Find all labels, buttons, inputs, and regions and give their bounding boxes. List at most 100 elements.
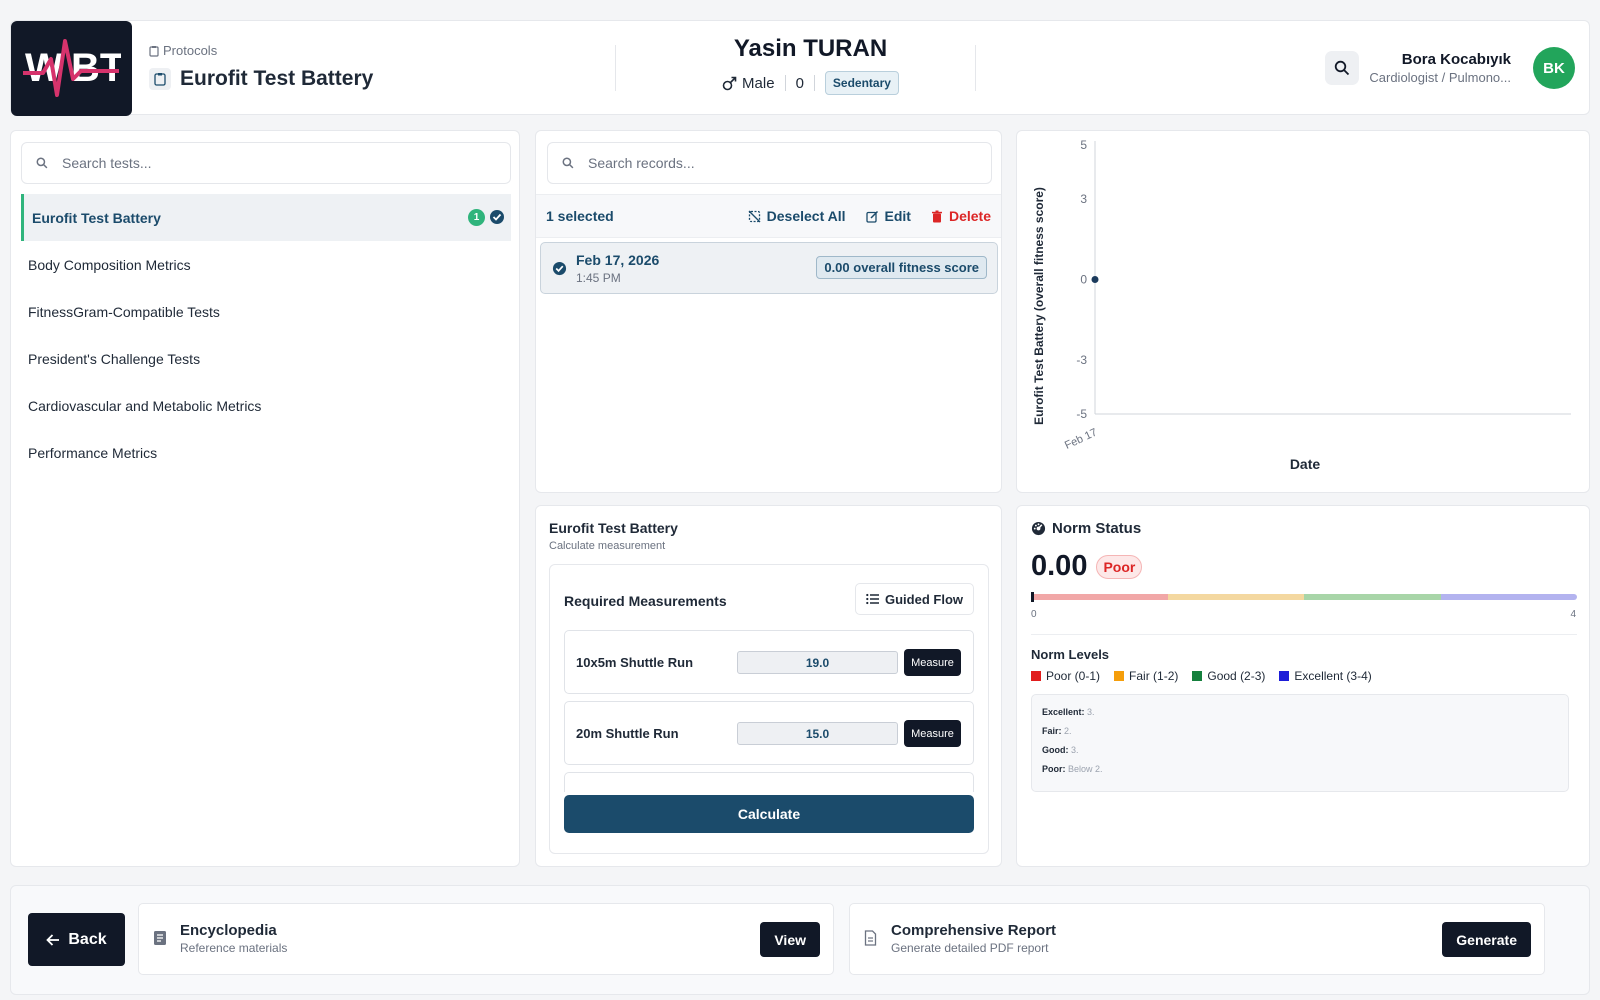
app-logo[interactable]: W BT (11, 21, 132, 116)
records-panel: Search records... 1 selected Deselect Al… (535, 130, 1002, 493)
trash-icon (931, 210, 942, 222)
guided-flow-button[interactable]: Guided Flow (855, 583, 974, 615)
test-item-label: President's Challenge Tests (28, 350, 201, 367)
report-subtitle: Generate detailed PDF report (891, 941, 1049, 955)
search-icon (36, 157, 48, 169)
svg-text:BT: BT (71, 46, 121, 90)
breadcrumb-label: Protocols (163, 43, 218, 58)
test-item-body-composition[interactable]: Body Composition Metrics (21, 241, 511, 288)
logo-mark: W BT (23, 39, 121, 97)
test-item-performance[interactable]: Performance Metrics (21, 429, 511, 476)
clipboard-icon (149, 45, 159, 57)
gauge-icon (1031, 521, 1046, 536)
legend-label: Good (2-3) (1207, 669, 1266, 683)
encyclopedia-title: Encyclopedia (180, 922, 277, 939)
data-point (1091, 276, 1099, 283)
measurement-value-field[interactable]: 15.0 (737, 722, 898, 745)
delete-button[interactable]: Delete (931, 208, 991, 224)
norm-description-value: 3. (1071, 745, 1079, 755)
norm-value-row: 0.00 Poor (1031, 550, 1143, 583)
divider (615, 45, 616, 91)
test-list: Eurofit Test Battery 1 Body Composition … (21, 194, 511, 476)
norm-levels-heading: Norm Levels (1031, 647, 1110, 662)
test-item-cardiovascular[interactable]: Cardiovascular and Metabolic Metrics (21, 382, 511, 429)
report-card: Comprehensive Report Generate detailed P… (849, 903, 1545, 975)
norm-status-heading: Norm Status (1031, 520, 1141, 537)
calculator-title: Eurofit Test Battery (549, 520, 678, 536)
test-item-label: Cardiovascular and Metabolic Metrics (28, 397, 262, 414)
legend-item: Excellent (3-4) (1279, 669, 1372, 683)
page-title: Eurofit Test Battery (149, 67, 373, 91)
record-date: Feb 17, 2026 (576, 252, 660, 268)
patient-details: Male 0 Sedentary (638, 71, 983, 95)
patient-age: 0 (795, 74, 804, 92)
measure-button[interactable]: Measure (904, 720, 961, 747)
norm-bar-segment (1031, 594, 1168, 600)
list-icon (866, 593, 879, 605)
test-item-label: FitnessGram-Compatible Tests (28, 303, 220, 320)
test-item-presidents-challenge[interactable]: President's Challenge Tests (21, 335, 511, 382)
measurement-row: 20m Shuttle Run 15.0 Measure (564, 701, 974, 765)
legend-swatch (1114, 671, 1125, 681)
norm-status-title: Norm Status (1052, 520, 1142, 537)
selection-bar: 1 selected Deselect All Edit Delete (536, 194, 1001, 238)
y-axis-label: Eurofit Test Battery (overall fitness sc… (1032, 187, 1046, 425)
norm-description-key: Good: (1042, 745, 1071, 755)
required-measurements-heading: Required Measurements (564, 593, 727, 609)
app-header: W BT Protocols Eurofit Test Battery Yasi… (10, 20, 1590, 116)
norm-description-key: Fair: (1042, 726, 1065, 736)
calculator-panel: Eurofit Test Battery Calculate measureme… (535, 505, 1002, 867)
norm-description-key: Poor: (1042, 764, 1068, 774)
test-item-eurofit[interactable]: Eurofit Test Battery 1 (21, 194, 511, 241)
edit-label: Edit (884, 208, 911, 224)
y-tick-label: -5 (1076, 407, 1087, 421)
divider (1031, 634, 1577, 635)
back-button[interactable]: Back (28, 913, 125, 966)
deselect-icon (748, 210, 761, 222)
norm-description-key: Excellent: (1042, 707, 1088, 717)
norm-bar-segment (1440, 594, 1577, 600)
test-search-input[interactable]: Search tests... (21, 142, 511, 184)
norm-description-row: Fair: 2. (1042, 722, 1558, 741)
report-title: Comprehensive Report (891, 922, 1057, 939)
x-axis-label: Date (1290, 456, 1321, 472)
measurement-row-partial (564, 772, 974, 792)
divider (784, 75, 786, 91)
selected-count: 1 selected (546, 208, 614, 224)
record-search-input[interactable]: Search records... (547, 142, 992, 184)
norm-description-value: 2. (1064, 726, 1072, 736)
norm-description-value: 3. (1087, 707, 1095, 717)
generate-button[interactable]: Generate (1442, 922, 1531, 957)
edit-icon (865, 210, 878, 223)
measurements-box: Required Measurements Guided Flow 10x5m … (549, 564, 989, 854)
measure-button[interactable]: Measure (904, 649, 961, 676)
encyclopedia-card: Encyclopedia Reference materials View (138, 903, 834, 975)
breadcrumb[interactable]: Protocols (149, 43, 217, 58)
user-info[interactable]: Bora Kocabıyık Cardiologist / Pulmono... (1369, 51, 1511, 85)
deselect-all-button[interactable]: Deselect All (748, 208, 846, 224)
patient-name: Yasin TURAN (733, 35, 888, 62)
norm-bar-segment (1304, 594, 1441, 600)
header-search-button[interactable] (1325, 51, 1359, 85)
measurement-row: 10x5m Shuttle Run 19.0 Measure (564, 630, 974, 694)
view-button[interactable]: View (760, 922, 820, 957)
tests-panel: Search tests... Eurofit Test Battery 1 B… (10, 130, 520, 867)
patient-info: Yasin TURAN Male 0 Sedentary (638, 35, 983, 95)
document-icon (864, 930, 877, 946)
test-search-placeholder: Search tests... (62, 155, 152, 171)
calculate-button[interactable]: Calculate (564, 795, 974, 833)
encyclopedia-subtitle: Reference materials (180, 941, 288, 955)
check-circle-icon (552, 261, 567, 276)
edit-button[interactable]: Edit (865, 208, 911, 224)
avatar[interactable]: BK (1533, 47, 1575, 89)
norm-range-min: 0 (1031, 609, 1037, 620)
legend-swatch (1279, 671, 1290, 681)
measurement-label: 10x5m Shuttle Run (576, 655, 694, 670)
chart-svg: 5 3 0 -3 -5 Feb 17 Date Eurofit Test Battery… (1032, 138, 1571, 472)
x-tick-label: Feb 17 (1063, 427, 1099, 452)
measurement-value-field[interactable]: 19.0 (737, 651, 898, 674)
record-search-placeholder: Search records... (588, 155, 695, 171)
test-item-fitnessgram[interactable]: FitnessGram-Compatible Tests (21, 288, 511, 335)
user-name: Bora Kocabıyık (1401, 51, 1511, 68)
record-item[interactable]: Feb 17, 2026 1:45 PM 0.00 overall fitnes… (540, 242, 998, 294)
